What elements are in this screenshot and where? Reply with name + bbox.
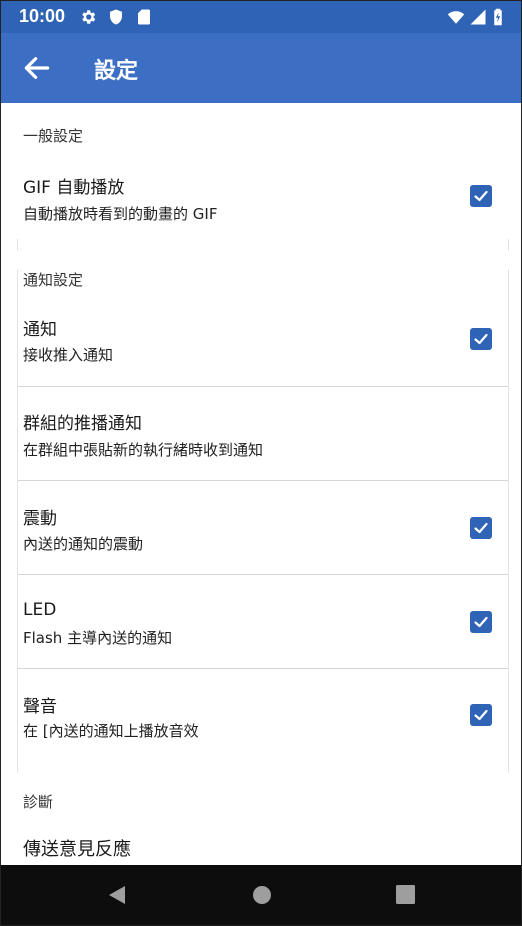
- pref-title: 聲音: [23, 697, 57, 717]
- app-bar: 設定: [1, 33, 521, 103]
- led-checkbox[interactable]: [470, 611, 492, 633]
- wifi-icon: [447, 11, 465, 24]
- status-bar: 10:00: [1, 1, 521, 33]
- divider: [17, 269, 18, 773]
- checkmark-icon: [474, 616, 488, 628]
- battery-icon: [494, 8, 502, 26]
- recents-square-icon[interactable]: [396, 885, 415, 904]
- checkmark-icon: [474, 190, 488, 202]
- pref-led[interactable]: LED Flash 主導內送的通知: [17, 575, 509, 668]
- checkmark-icon: [474, 709, 488, 721]
- status-time: 10:00: [19, 6, 66, 26]
- pref-notifications[interactable]: 通知 接收推入通知: [17, 293, 509, 385]
- pref-summary: 在 [內送的通知上播放音效: [23, 722, 199, 740]
- pref-sound[interactable]: 聲音 在 [內送的通知上播放音效: [17, 669, 509, 769]
- pref-title: LED: [23, 600, 57, 620]
- checkmark-icon: [474, 522, 488, 534]
- divider: [508, 269, 509, 773]
- vibrate-checkbox[interactable]: [470, 517, 492, 539]
- pref-summary: 在群組中張貼新的執行緒時收到通知: [23, 441, 264, 459]
- shield-icon: [110, 9, 122, 25]
- page-title: 設定: [94, 59, 139, 84]
- phone-screen: 10:00 設定 一般設定 GIF 自動播放 自動播放時看到的動畫的 GIF 通…: [0, 0, 522, 926]
- gif-autoplay-checkbox[interactable]: [470, 185, 492, 207]
- section-header-notifications: 通知設定: [23, 271, 84, 289]
- pref-title: 傳送意見反應: [23, 839, 131, 860]
- checkmark-icon: [474, 333, 488, 345]
- divider: [17, 239, 18, 251]
- notifications-checkbox[interactable]: [470, 328, 492, 350]
- section-header-diagnostics: 診斷: [23, 793, 54, 811]
- pref-title: 群組的推播通知: [23, 414, 142, 434]
- pref-title: GIF 自動播放: [23, 178, 125, 198]
- pref-summary: 自動播放時看到的動畫的 GIF: [23, 205, 218, 223]
- pref-title: 震動: [23, 509, 57, 529]
- back-triangle-icon[interactable]: [107, 885, 127, 905]
- home-circle-icon[interactable]: [252, 885, 272, 905]
- navigation-bar: [1, 865, 521, 925]
- pref-group-push[interactable]: 群組的推播通知 在群組中張貼新的執行緒時收到通知: [17, 387, 509, 480]
- gear-icon: [82, 10, 96, 24]
- divider: [508, 239, 509, 251]
- pref-gif-autoplay[interactable]: GIF 自動播放 自動播放時看到的動畫的 GIF: [17, 161, 509, 239]
- pref-summary: 內送的通知的震動: [23, 535, 144, 553]
- section-header-general: 一般設定: [23, 127, 84, 145]
- arrow-left-icon[interactable]: [21, 52, 53, 84]
- pref-title: 通知: [23, 320, 57, 340]
- pref-vibrate[interactable]: 震動 內送的通知的震動: [17, 481, 509, 574]
- pref-send-feedback[interactable]: 傳送意見反應: [17, 821, 509, 865]
- pref-summary: Flash 主導內送的通知: [23, 629, 173, 647]
- signal-icon: [470, 9, 486, 25]
- sd-card-icon: [138, 9, 150, 25]
- sound-checkbox[interactable]: [470, 704, 492, 726]
- pref-summary: 接收推入通知: [23, 346, 114, 364]
